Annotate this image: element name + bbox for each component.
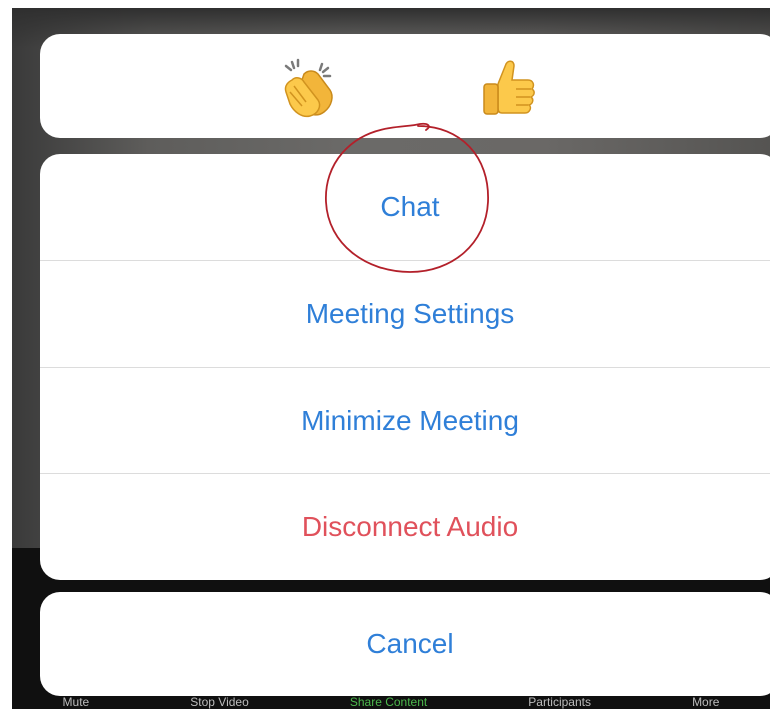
meeting-toolbar: Mute Stop Video Share Content Participan… (12, 695, 770, 709)
thumbs-up-reaction-button[interactable] (472, 52, 544, 124)
meeting-settings-menu-item[interactable]: Meeting Settings (40, 261, 770, 367)
reactions-panel (40, 34, 770, 138)
more-options-menu: Chat Meeting Settings Minimize Meeting D… (40, 154, 770, 580)
chat-menu-item[interactable]: Chat (40, 154, 770, 260)
clapping-hands-icon (284, 58, 333, 118)
disconnect-audio-menu-item[interactable]: Disconnect Audio (40, 474, 770, 580)
minimize-meeting-menu-item[interactable]: Minimize Meeting (40, 368, 770, 474)
toolbar-mute[interactable]: Mute (63, 695, 90, 709)
toolbar-stop-video[interactable]: Stop Video (190, 695, 249, 709)
thumbs-up-icon (483, 60, 535, 115)
toolbar-participants[interactable]: Participants (528, 695, 591, 709)
clap-reaction-button[interactable] (274, 52, 346, 124)
toolbar-more[interactable]: More (692, 695, 719, 709)
toolbar-share-content[interactable]: Share Content (350, 695, 427, 709)
cancel-button[interactable]: Cancel (40, 592, 770, 696)
